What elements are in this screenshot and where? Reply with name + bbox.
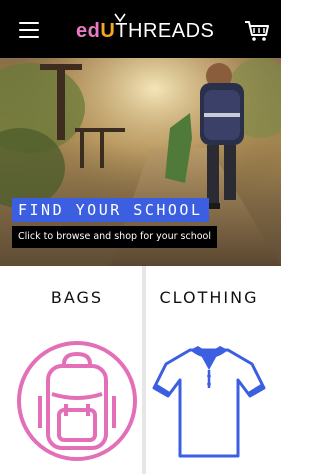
hamburger-menu-icon[interactable]	[19, 22, 39, 38]
category-label: CLOTHING	[159, 288, 259, 307]
top-navigation-bar: edUTHREADS	[0, 0, 281, 58]
hero-banner[interactable]: FIND YOUR SCHOOL Click to browse and sho…	[0, 58, 281, 266]
logo-threads-text: THREADS	[115, 20, 215, 42]
category-label: BAGS	[50, 288, 104, 307]
find-your-school-heading[interactable]: FIND YOUR SCHOOL	[12, 198, 209, 222]
logo-antenna-icon	[114, 13, 126, 23]
polo-shirt-icon	[152, 346, 266, 458]
category-bags[interactable]: BAGS	[12, 266, 142, 474]
logo-u-text: U	[100, 20, 116, 42]
backpack-icon	[17, 341, 137, 461]
shopping-cart-icon[interactable]	[244, 20, 270, 42]
edu-threads-logo[interactable]: edUTHREADS	[76, 13, 216, 45]
hero-subtitle: Click to browse and shop for your school	[12, 226, 217, 248]
logo-edu-text: ed	[76, 20, 101, 42]
category-clothing[interactable]: CLOTHING	[146, 266, 272, 474]
